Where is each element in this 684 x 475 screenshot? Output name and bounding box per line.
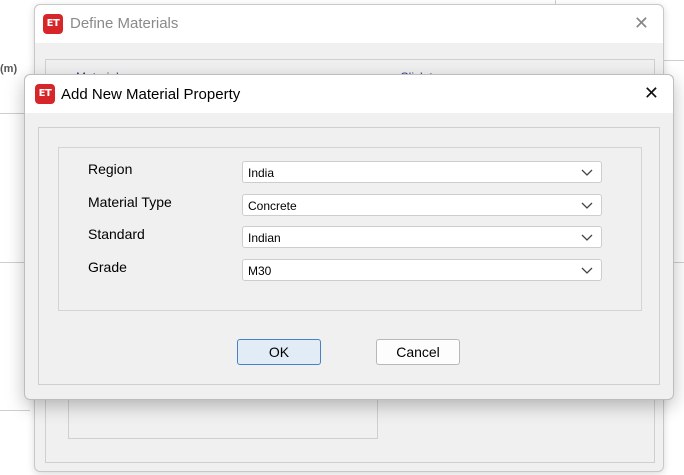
add-material-dialog: ET Add New Material Property ✕ Region In… xyxy=(24,74,674,400)
chevron-down-icon xyxy=(581,234,593,241)
standard-value: Indian xyxy=(248,231,281,245)
material-type-label: Material Type xyxy=(88,194,172,210)
material-type-select[interactable]: Concrete xyxy=(242,194,602,216)
region-select[interactable]: India xyxy=(242,161,602,183)
ok-button[interactable]: OK xyxy=(237,339,321,365)
grade-value: M30 xyxy=(248,264,272,278)
close-icon[interactable]: ✕ xyxy=(644,85,659,103)
etabs-app-icon: ET xyxy=(43,14,63,34)
grade-label: Grade xyxy=(88,259,127,275)
background-unit-label: (m) xyxy=(0,63,18,75)
etabs-app-icon: ET xyxy=(35,84,55,104)
define-materials-title: Define Materials xyxy=(70,15,179,32)
close-icon[interactable]: ✕ xyxy=(634,15,649,33)
add-material-titlebar: ET Add New Material Property ✕ xyxy=(25,75,673,113)
material-fields-group: Region India Material Type Concrete Stan… xyxy=(58,147,642,311)
dialog-title: Add New Material Property xyxy=(61,86,241,103)
grade-select[interactable]: M30 xyxy=(242,259,602,281)
define-materials-titlebar: ET Define Materials ✕ xyxy=(35,5,663,43)
standard-select[interactable]: Indian xyxy=(242,226,602,248)
background-grid-line xyxy=(0,410,30,411)
chevron-down-icon xyxy=(581,267,593,274)
dialog-group-box: Region India Material Type Concrete Stan… xyxy=(38,127,660,385)
chevron-down-icon xyxy=(581,202,593,209)
standard-label: Standard xyxy=(88,226,145,242)
region-value: India xyxy=(248,166,275,180)
cancel-button[interactable]: Cancel xyxy=(376,339,460,365)
chevron-down-icon xyxy=(581,169,593,176)
materials-list-box xyxy=(68,394,378,439)
background-grid-line xyxy=(664,60,684,61)
region-label: Region xyxy=(88,161,133,177)
material-type-value: Concrete xyxy=(248,199,297,213)
